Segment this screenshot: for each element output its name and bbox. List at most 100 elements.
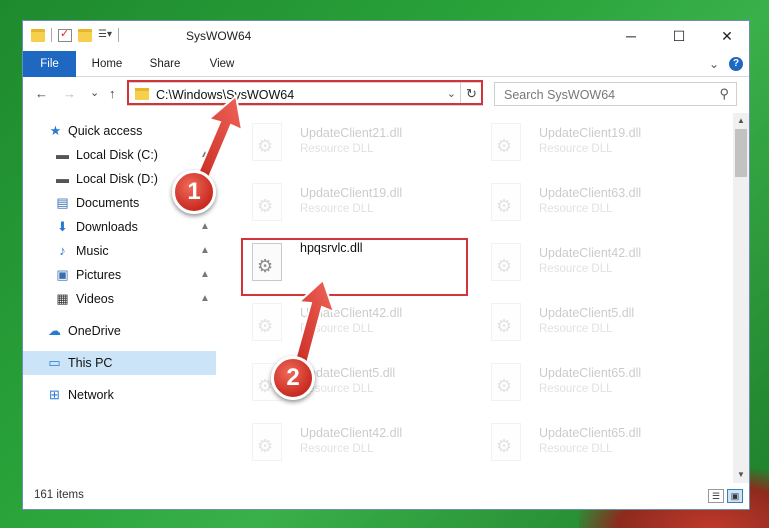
search-icon[interactable]: ⚲ [719,86,729,102]
file-item[interactable]: UpdateClient42.dll Resource DLL [238,417,463,469]
file-type: Resource DLL [300,143,374,155]
file-name: UpdateClient19.dll [539,126,642,140]
callout-2-badge: 2 [271,356,315,400]
drive-icon: ▬ [56,147,69,162]
documents-icon: ▤ [56,195,69,210]
search-input[interactable]: Search SysWOW64 ⚲ [494,82,737,106]
customize-icon[interactable]: ☰▾ [98,29,112,42]
file-type: Resource DLL [539,443,613,455]
pin-icon: ▲ [200,221,210,232]
pictures-icon: ▣ [56,267,69,282]
sidebar-item-label: Pictures [76,268,122,282]
address-highlight-box [127,80,483,105]
details-view-icon[interactable]: ☰ [708,489,724,503]
file-name: UpdateClient65.dll [539,366,642,380]
dll-file-icon [491,183,521,221]
file-name: UpdateClient65.dll [539,426,642,440]
navigation-pane: ★ Quick access ▬ Local Disk (C:) ▲ ▬ Loc… [23,113,216,483]
dll-file-icon [491,303,521,341]
file-type: Resource DLL [539,383,613,395]
vertical-scrollbar[interactable]: ▲ ▼ [733,113,749,483]
file-type: Resource DLL [539,143,613,155]
sidebar-item-quick-access[interactable]: ★ Quick access [23,119,216,143]
maximize-button[interactable]: ☐ [659,25,699,47]
sidebar-item-pictures[interactable]: ▣ Pictures ▲ [23,263,216,287]
sidebar-item-label: Network [68,388,114,402]
file-name: UpdateClient42.dll [539,246,642,260]
ribbon-tabs: File Home Share View ⌄ ? [23,51,749,77]
up-button[interactable]: ↑ [109,86,116,101]
cloud-icon: ☁ [48,323,61,338]
back-button[interactable]: ← [35,86,48,101]
download-icon: ⬇ [57,219,68,234]
forward-button[interactable]: → [63,86,76,101]
videos-icon: ▦ [56,291,69,306]
file-item[interactable]: UpdateClient21.dll Resource DLL [238,117,463,169]
file-item[interactable]: UpdateClient19.dll Resource DLL [477,117,702,169]
file-item[interactable]: UpdateClient65.dll Resource DLL [477,417,702,469]
title-bar: ☰▾ SysWOW64 ─ ☐ ✕ [23,21,749,51]
dll-file-icon [491,363,521,401]
recent-locations-button[interactable]: ⌄ [90,86,99,99]
file-item[interactable]: UpdateClient63.dll Resource DLL [477,177,702,229]
dll-file-icon [252,123,282,161]
sidebar-item-onedrive[interactable]: ☁ OneDrive [23,319,216,343]
scroll-thumb[interactable] [735,129,747,177]
tab-view[interactable]: View [197,51,247,77]
sidebar-item-label: OneDrive [68,324,121,338]
tab-share[interactable]: Share [139,51,191,77]
scroll-down-arrow-icon[interactable]: ▼ [733,467,749,483]
sidebar-item-label: Quick access [68,124,143,138]
sidebar-item-downloads[interactable]: ⬇ Downloads ▲ [23,215,216,239]
tab-file[interactable]: File [23,51,76,77]
file-type: Resource DLL [300,443,374,455]
ribbon-controls: ⌄ ? [709,57,743,71]
pin-icon: ▲ [200,245,210,256]
file-name: UpdateClient19.dll [300,186,403,200]
file-name: UpdateClient42.dll [300,426,403,440]
expand-ribbon-icon[interactable]: ⌄ [709,57,719,71]
network-icon: ⊞ [49,387,60,402]
computer-icon: ▭ [48,355,61,370]
pin-icon: ▲ [200,293,210,304]
view-switcher: ☰ ▣ [708,489,743,503]
file-item[interactable]: UpdateClient42.dll Resource DLL [238,297,463,349]
dll-file-icon [491,423,521,461]
sidebar-item-network[interactable]: ⊞ Network [23,383,216,407]
music-icon: ♪ [59,243,66,258]
folder-icon [31,28,45,42]
status-bar: 161 items ☰ ▣ [23,483,749,509]
sidebar-item-local-disk-c[interactable]: ▬ Local Disk (C:) ▲ [23,143,216,167]
search-placeholder: Search SysWOW64 [504,88,616,102]
scroll-up-arrow-icon[interactable]: ▲ [733,113,749,129]
sidebar-item-label: Local Disk (C:) [76,148,158,162]
close-button[interactable]: ✕ [707,25,747,47]
window-title: SysWOW64 [186,29,252,43]
sidebar-item-label: Music [76,244,109,258]
file-type: Resource DLL [539,263,613,275]
file-item[interactable]: UpdateClient65.dll Resource DLL [477,357,702,409]
sidebar-item-this-pc[interactable]: ▭ This PC [23,351,216,375]
file-name: UpdateClient5.dll [539,306,635,320]
new-folder-icon[interactable] [78,28,92,42]
drive-icon: ▬ [56,171,69,186]
sidebar-item-videos[interactable]: ▦ Videos ▲ [23,287,216,311]
minimize-button[interactable]: ─ [611,25,651,47]
pin-icon: ▲ [200,269,210,280]
file-type: Resource DLL [300,323,374,335]
properties-icon[interactable] [58,27,72,42]
file-item[interactable]: UpdateClient19.dll Resource DLL [238,177,463,229]
file-explorer-window: ☰▾ SysWOW64 ─ ☐ ✕ File Home Share View ⌄… [22,20,750,510]
toolbar-divider [51,28,52,42]
dll-file-icon [491,243,521,281]
sidebar-item-label: Videos [76,292,114,306]
file-type: Resource DLL [300,203,374,215]
tab-home[interactable]: Home [81,51,133,77]
file-list: UpdateClient21.dll Resource DLL UpdateCl… [228,113,728,483]
sidebar-item-music[interactable]: ♪ Music ▲ [23,239,216,263]
help-icon[interactable]: ? [729,57,743,71]
dll-file-icon [252,183,282,221]
large-icons-view-icon[interactable]: ▣ [727,489,743,503]
file-item[interactable]: UpdateClient5.dll Resource DLL [477,297,702,349]
file-item[interactable]: UpdateClient42.dll Resource DLL [477,237,702,289]
